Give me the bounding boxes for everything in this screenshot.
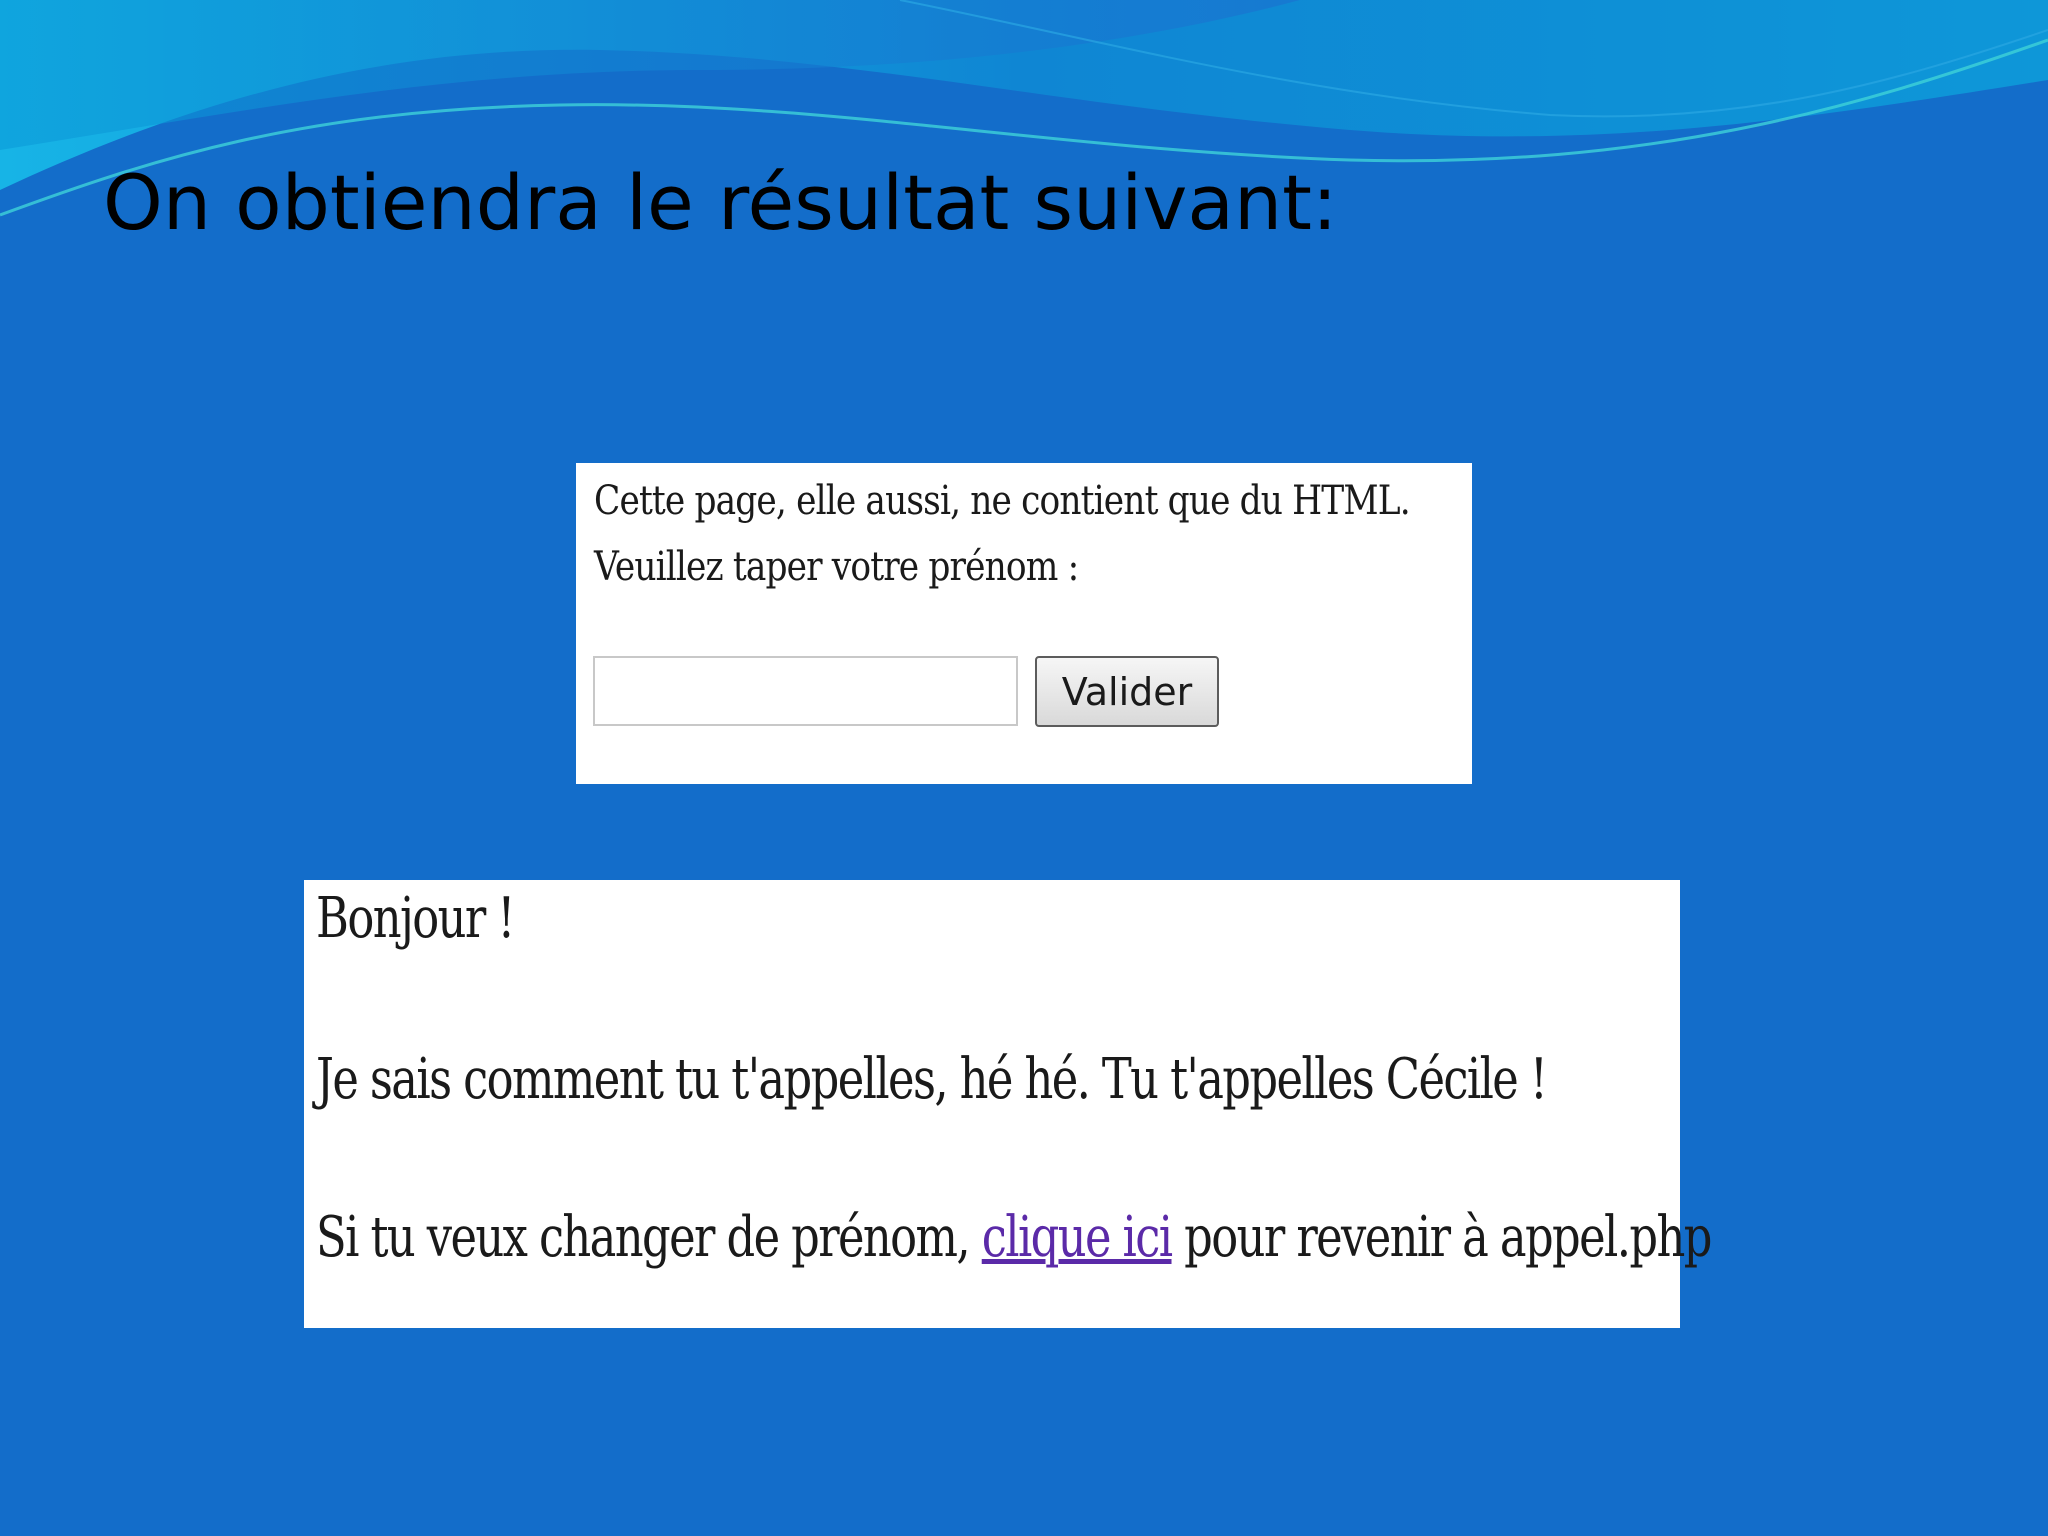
form-intro-text: Cette page, elle aussi, ne contient que … (594, 478, 1411, 524)
back-link[interactable]: clique ici (982, 1205, 1173, 1270)
validate-button[interactable]: Valider (1035, 656, 1219, 727)
slide-title: On obtiendra le résultat suivant: (103, 158, 1338, 247)
greeting-text: Bonjour ! (316, 886, 515, 951)
first-name-input[interactable] (593, 656, 1018, 726)
change-suffix-text: pour revenir à appel.php (1184, 1205, 1712, 1270)
change-prefix-text: Si tu veux changer de prénom, (316, 1205, 971, 1270)
change-name-line: Si tu veux changer de prénom, clique ici… (316, 1205, 1712, 1271)
result-page-screenshot: Bonjour ! Je sais comment tu t'appelles,… (304, 880, 1712, 1328)
form-page-screenshot: Cette page, elle aussi, ne contient que … (576, 463, 1472, 784)
form-prompt-label: Veuillez taper votre prénom : (594, 544, 1079, 590)
name-message-text: Je sais comment tu t'appelles, hé hé. Tu… (316, 1047, 1548, 1112)
